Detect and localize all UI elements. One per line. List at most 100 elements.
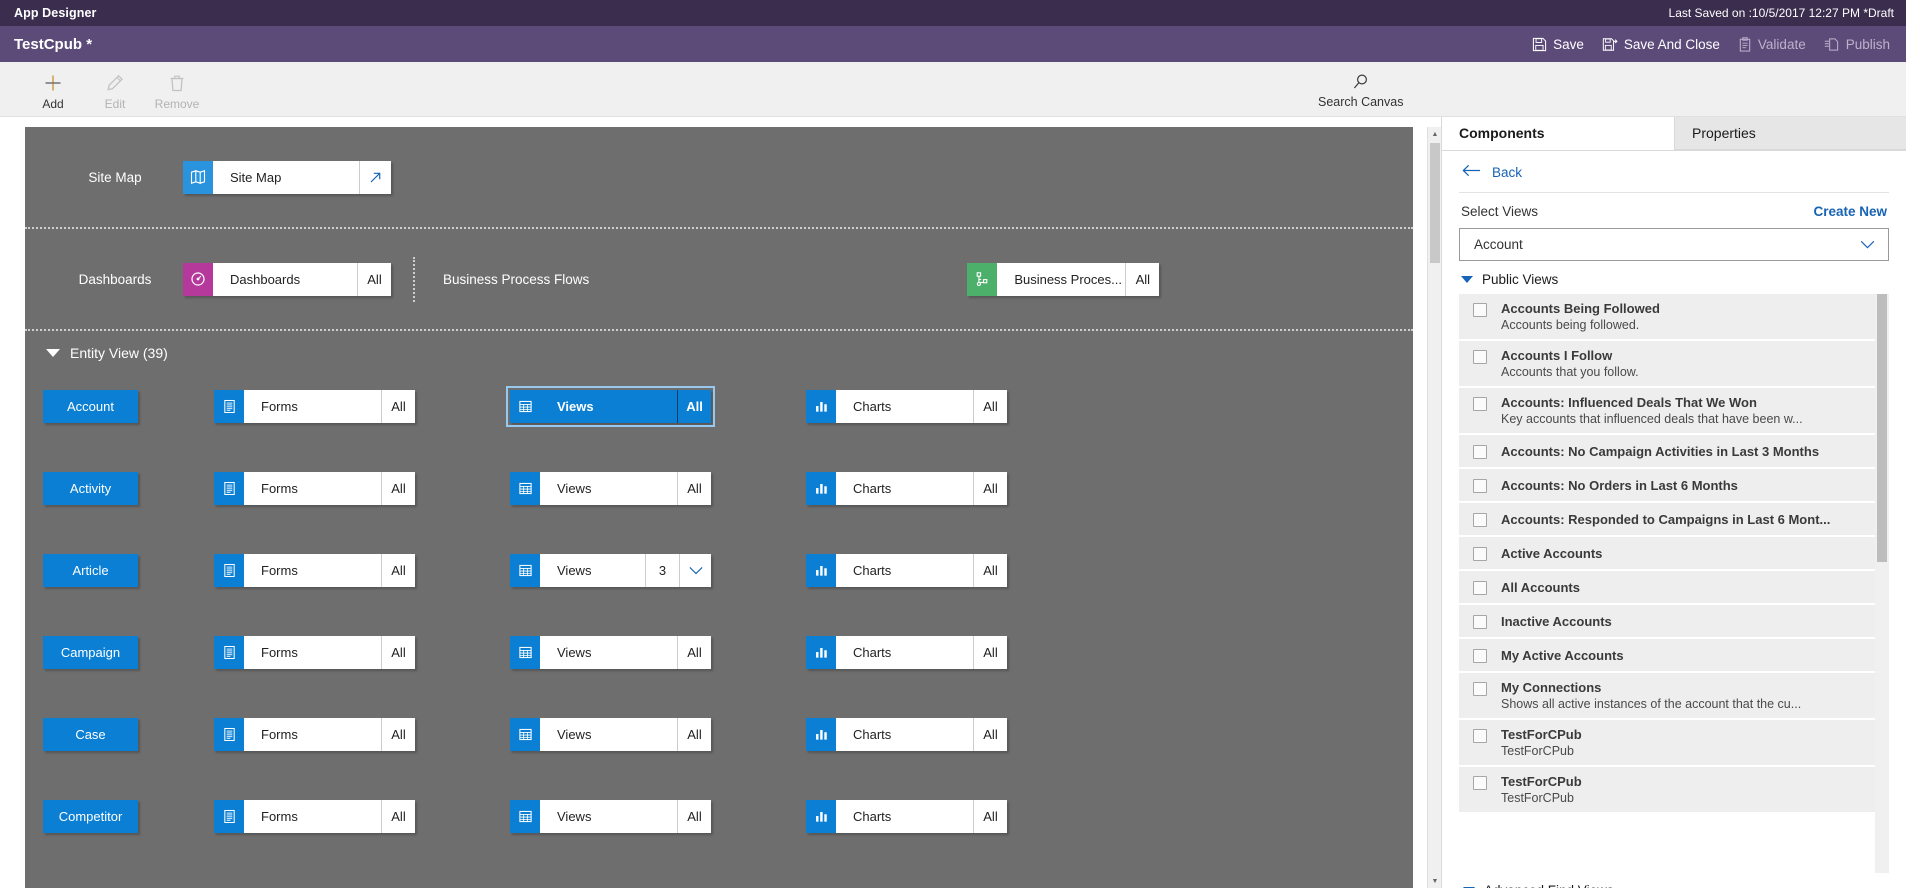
create-new-button[interactable]: Create New	[1813, 204, 1887, 219]
view-checkbox[interactable]	[1473, 445, 1487, 459]
bpf-tile-label: Business Proces...	[1014, 271, 1122, 287]
views-list-scrollbar-thumb[interactable]	[1877, 294, 1887, 562]
form-icon	[214, 389, 244, 423]
entity-button[interactable]: Activity	[43, 471, 138, 505]
list-item[interactable]: Accounts Being Followed Accounts being fo…	[1459, 294, 1875, 341]
entity-view-header[interactable]: Entity View (39)	[25, 331, 1413, 365]
publish-button[interactable]: Publish	[1824, 37, 1890, 52]
list-item[interactable]: Accounts: Responded to Campaigns in Last…	[1459, 503, 1875, 537]
charts-tile[interactable]: Charts All	[806, 553, 1007, 587]
charts-tile[interactable]: Charts All	[806, 471, 1007, 505]
entity-button[interactable]: Article	[43, 553, 138, 587]
entity-button[interactable]: Account	[43, 389, 138, 423]
charts-tile[interactable]: Charts All	[806, 635, 1007, 669]
view-name: Accounts: Influenced Deals That We Won	[1501, 395, 1757, 410]
list-item[interactable]: Active Accounts	[1459, 537, 1875, 571]
forms-tile[interactable]: Forms All	[214, 389, 415, 423]
caret-down-icon	[1461, 276, 1473, 283]
forms-tile[interactable]: Forms All	[214, 471, 415, 505]
list-item[interactable]: Accounts: Influenced Deals That We Won Ke…	[1459, 388, 1875, 435]
view-checkbox[interactable]	[1473, 479, 1487, 493]
sitemap-open-arrow-icon[interactable]	[359, 160, 391, 194]
forms-tile[interactable]: Forms All	[214, 553, 415, 587]
bpf-tile[interactable]: Business Proces... All	[967, 262, 1160, 296]
forms-count: All	[381, 471, 415, 505]
entity-selector-value: Account	[1474, 237, 1523, 252]
remove-button[interactable]: Remove	[146, 67, 208, 111]
forms-tile[interactable]: Forms All	[214, 717, 415, 751]
forms-tile[interactable]: Forms All	[214, 635, 415, 669]
save-and-close-icon	[1602, 37, 1618, 52]
bpf-row-label: Business Process Flows	[443, 271, 590, 287]
last-saved-status: Last Saved on :10/5/2017 12:27 PM *Draft	[1668, 6, 1894, 20]
views-tile[interactable]: Views All	[510, 471, 711, 505]
dashboard-icon	[183, 262, 213, 296]
list-item[interactable]: Accounts I Follow Accounts that you follo…	[1459, 341, 1875, 388]
list-item[interactable]: Inactive Accounts	[1459, 605, 1875, 639]
list-item[interactable]: All Accounts	[1459, 571, 1875, 605]
entity-button[interactable]: Competitor	[43, 799, 138, 833]
view-checkbox[interactable]	[1473, 682, 1487, 696]
advanced-find-views-header-inner: Advanced Find Views	[1461, 877, 1887, 888]
view-checkbox[interactable]	[1473, 729, 1487, 743]
forms-tile[interactable]: Forms All	[214, 799, 415, 833]
views-label: Views	[557, 726, 592, 742]
view-checkbox[interactable]	[1473, 581, 1487, 595]
validate-button[interactable]: Validate	[1738, 37, 1806, 52]
views-list-scrollbar[interactable]	[1875, 294, 1889, 873]
advanced-find-views-group-header[interactable]: Advanced Find Views	[1459, 873, 1889, 888]
dashboards-tile[interactable]: Dashboards All	[183, 262, 391, 296]
view-description: TestForCPub	[1501, 791, 1574, 805]
search-canvas-button[interactable]: Search Canvas	[1318, 70, 1403, 109]
charts-tile[interactable]: Charts All	[806, 389, 1007, 423]
list-item[interactable]: Accounts: No Campaign Activities in Last…	[1459, 435, 1875, 469]
public-views-group-header[interactable]: Public Views	[1459, 261, 1889, 294]
view-checkbox[interactable]	[1473, 397, 1487, 411]
view-name: Accounts: No Campaign Activities in Last…	[1501, 443, 1820, 459]
view-checkbox[interactable]	[1473, 776, 1487, 790]
back-button[interactable]: Back	[1459, 151, 1889, 193]
scroll-down-icon[interactable]: ▼	[1428, 874, 1442, 888]
add-button[interactable]: Add	[22, 67, 84, 111]
view-checkbox[interactable]	[1473, 513, 1487, 527]
view-checkbox[interactable]	[1473, 547, 1487, 561]
views-grid-icon	[510, 717, 540, 751]
views-tile[interactable]: Views All	[510, 717, 711, 751]
tab-properties[interactable]: Properties	[1674, 117, 1906, 150]
charts-label: Charts	[853, 726, 892, 742]
list-item[interactable]: TestForCPub TestForCPub	[1459, 767, 1875, 814]
canvas-scrollbar-thumb[interactable]	[1430, 143, 1440, 263]
save-button[interactable]: Save	[1532, 37, 1584, 52]
chart-bar-icon	[806, 553, 836, 587]
view-checkbox[interactable]	[1473, 303, 1487, 317]
views-tile[interactable]: Views All	[506, 385, 715, 427]
canvas-scrollbar[interactable]: ▲ ▼	[1427, 127, 1441, 888]
list-item[interactable]: Accounts: No Orders in Last 6 Months	[1459, 469, 1875, 503]
entity-selector[interactable]: Account	[1459, 228, 1889, 261]
right-panel: Components Properties Back Select Views …	[1441, 117, 1906, 888]
view-checkbox[interactable]	[1473, 350, 1487, 364]
panel-body: Back Select Views Create New Account Pub…	[1442, 151, 1906, 888]
scroll-up-icon[interactable]: ▲	[1428, 127, 1442, 141]
entity-button[interactable]: Campaign	[43, 635, 138, 669]
forms-label: Forms	[261, 726, 298, 742]
tab-components[interactable]: Components	[1442, 117, 1674, 150]
views-dropdown-icon[interactable]	[679, 553, 711, 587]
charts-tile[interactable]: Charts All	[806, 717, 1007, 751]
views-tile[interactable]: Views All	[510, 635, 711, 669]
entity-button[interactable]: Case	[43, 717, 138, 751]
views-tile[interactable]: Views All	[510, 799, 711, 833]
list-item[interactable]: My Connections Shows all active instances…	[1459, 673, 1875, 720]
view-text: Active Accounts	[1501, 546, 1602, 561]
view-checkbox[interactable]	[1473, 615, 1487, 629]
save-and-close-button[interactable]: Save And Close	[1602, 37, 1720, 52]
list-item[interactable]: TestForCPub TestForCPub	[1459, 720, 1875, 767]
charts-tile[interactable]: Charts All	[806, 799, 1007, 833]
forms-count: All	[381, 635, 415, 669]
edit-button[interactable]: Edit	[84, 67, 146, 111]
list-item[interactable]: My Active Accounts	[1459, 639, 1875, 673]
view-checkbox[interactable]	[1473, 649, 1487, 663]
view-text: Inactive Accounts	[1501, 614, 1612, 629]
sitemap-tile[interactable]: Site Map	[183, 160, 391, 194]
views-tile[interactable]: Views 3	[510, 553, 711, 587]
